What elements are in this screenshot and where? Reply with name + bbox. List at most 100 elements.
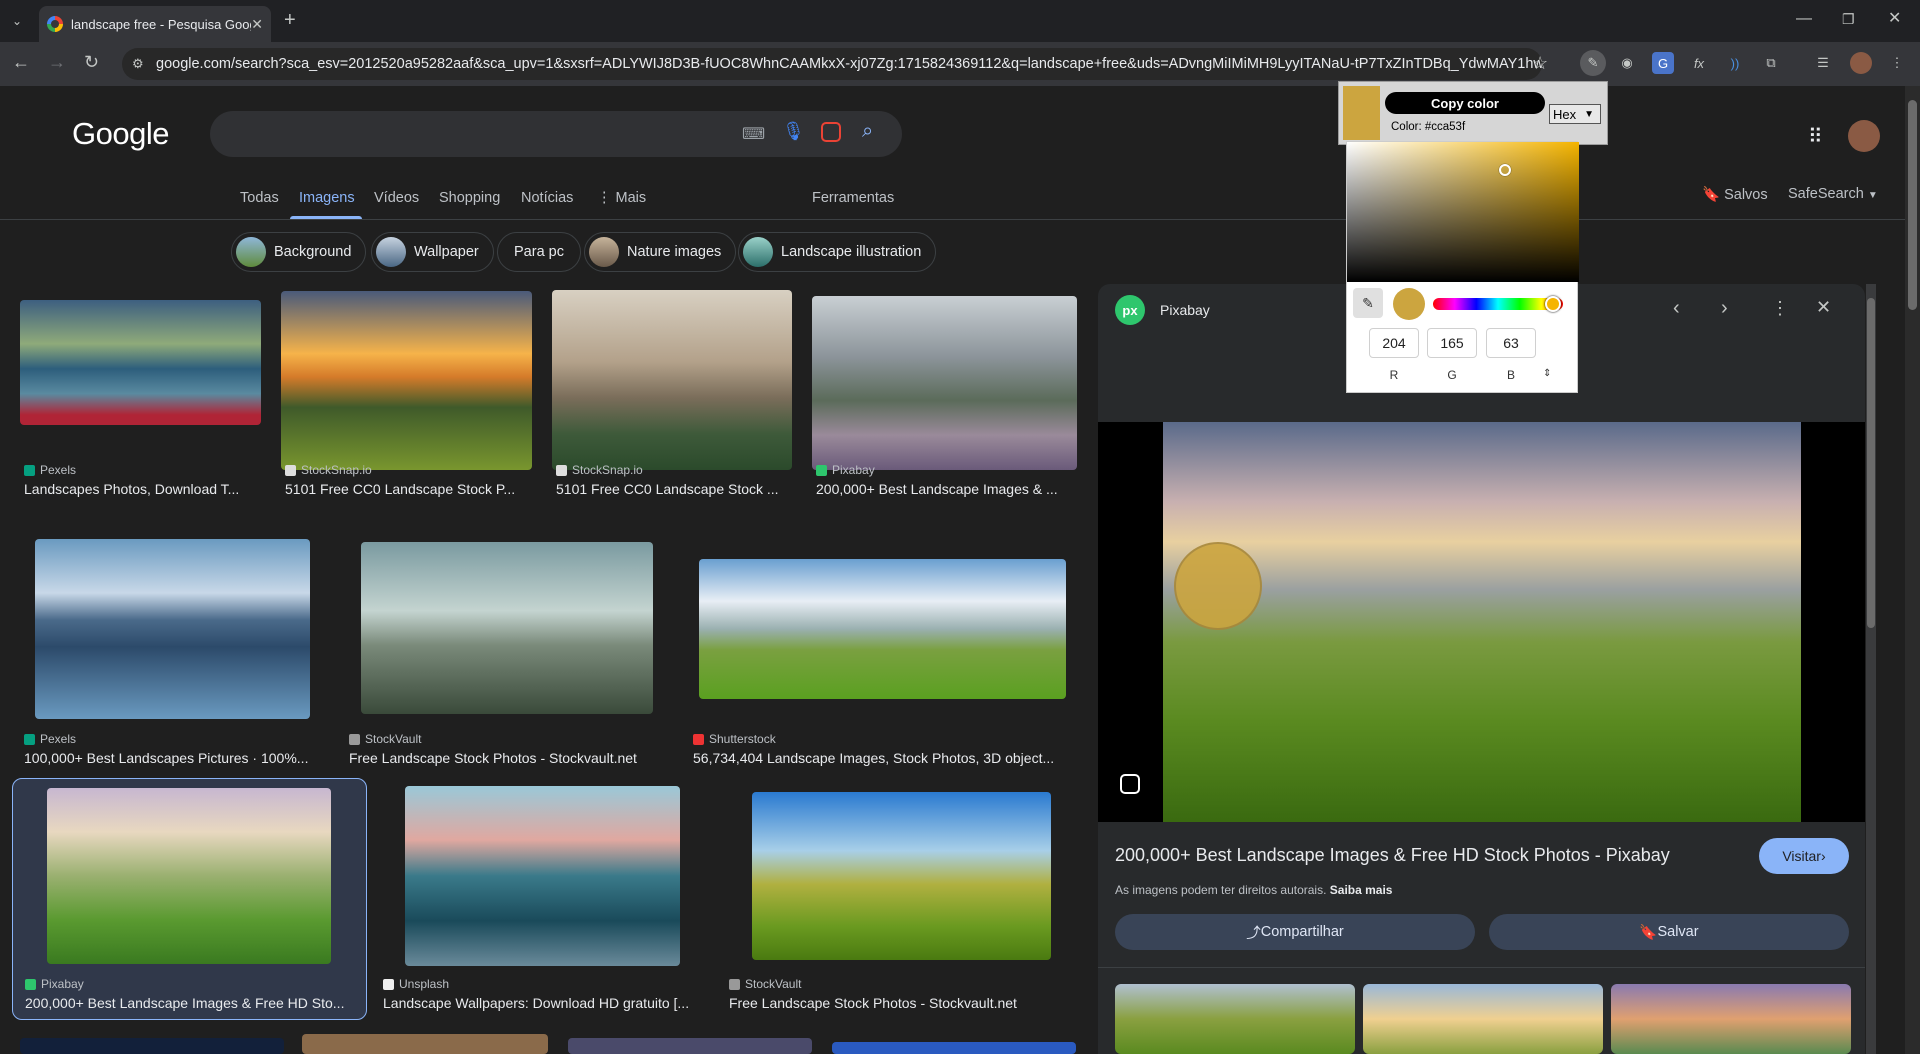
back-icon[interactable]: ← [12, 53, 30, 71]
result-image[interactable] [35, 539, 310, 719]
chip-para-pc[interactable]: Para pc [497, 232, 581, 272]
result-image[interactable] [281, 291, 532, 470]
panel-scrollbar[interactable] [1866, 284, 1876, 1054]
tab-videos[interactable]: Vídeos [374, 190, 419, 206]
extension-icon-fx[interactable]: fx [1688, 52, 1710, 74]
related-image[interactable] [1115, 984, 1355, 1054]
tab-title: landscape free - Pesquisa Goog [71, 16, 252, 32]
red-input[interactable]: 204 [1369, 328, 1419, 358]
result-title[interactable]: Landscape Wallpapers: Download HD gratui… [383, 995, 703, 1011]
tools-button[interactable]: Ferramentas [812, 190, 894, 206]
result-image[interactable] [20, 300, 261, 425]
safesearch-button[interactable]: SafeSearch ▼ [1788, 186, 1878, 202]
result-title[interactable]: Free Landscape Stock Photos - Stockvault… [729, 995, 1049, 1011]
restore-icon[interactable]: ❐ [1842, 10, 1855, 28]
result-title[interactable]: 5101 Free CC0 Landscape Stock ... [556, 481, 792, 497]
voice-search-icon[interactable]: 🎙 [782, 121, 805, 142]
page-scrollbar[interactable] [1905, 86, 1920, 1054]
eyedropper-icon[interactable]: ✎ [1353, 288, 1383, 318]
result-image[interactable] [361, 542, 653, 714]
source-name: StockSnap.io [572, 463, 643, 477]
tab-imagens[interactable]: Imagens [299, 190, 355, 206]
reading-list-icon[interactable]: ☰ [1812, 52, 1834, 74]
eyedropper-extension-icon[interactable]: ✎ [1580, 50, 1606, 76]
extension-icon-1[interactable]: ◉ [1616, 52, 1638, 74]
browser-menu-icon[interactable]: ⋮ [1886, 52, 1908, 74]
keyboard-icon[interactable]: ⌨ [742, 124, 765, 144]
chip-wallpaper[interactable]: Wallpaper [371, 232, 494, 272]
window-close-icon[interactable]: ✕ [1888, 10, 1901, 28]
share-button[interactable]: ⤴ Compartilhar [1115, 914, 1475, 950]
related-image[interactable] [1363, 984, 1603, 1054]
browser-tab[interactable]: landscape free - Pesquisa Goog ✕ [39, 6, 271, 42]
hue-slider[interactable] [1433, 296, 1563, 312]
save-button[interactable]: 🔖 Salvar [1489, 914, 1849, 950]
learn-more-link[interactable]: Saiba mais [1330, 883, 1393, 897]
chip-nature-images[interactable]: Nature images [584, 232, 737, 272]
tab-close-icon[interactable]: ✕ [251, 16, 263, 33]
chip-landscape-illustration[interactable]: Landscape illustration [738, 232, 937, 272]
result-image[interactable] [812, 296, 1077, 470]
tab-todas[interactable]: Todas [240, 190, 279, 206]
result-title[interactable]: 56,734,404 Landscape Images, Stock Photo… [693, 750, 1068, 766]
new-tab-icon[interactable]: + [284, 10, 296, 30]
saturation-value-area[interactable] [1347, 142, 1579, 282]
blue-input[interactable]: 63 [1486, 328, 1536, 358]
chip-background[interactable]: Background [231, 232, 367, 272]
forward-icon[interactable]: → [48, 53, 66, 71]
account-avatar[interactable] [1848, 120, 1880, 152]
tab-mais[interactable]: ⋮ Mais [597, 190, 646, 206]
extension-icon-wave[interactable]: )) [1724, 52, 1746, 74]
mode-toggle-icon[interactable]: ⇕ [1543, 368, 1551, 379]
result-image[interactable] [752, 792, 1051, 960]
result-title[interactable]: 200,000+ Best Landscape Images & Free HD… [25, 995, 355, 1011]
result-image[interactable] [552, 290, 792, 470]
tab-noticias[interactable]: Notícias [521, 190, 573, 206]
minimize-icon[interactable]: — [1796, 10, 1812, 28]
result-image-partial[interactable] [832, 1042, 1076, 1054]
address-bar[interactable]: google.com/search?sca_esv=2012520a95282a… [122, 48, 1542, 80]
tab-search-icon[interactable]: ⌄ [12, 12, 22, 30]
green-input[interactable]: 165 [1427, 328, 1477, 358]
result-title[interactable]: 200,000+ Best Landscape Images & ... [816, 481, 1078, 497]
result-image[interactable] [47, 788, 331, 964]
apps-grid-icon[interactable]: ⠿ [1808, 124, 1823, 149]
preview-source[interactable]: Pixabay [1160, 302, 1210, 318]
page-scrollbar-thumb[interactable] [1908, 100, 1917, 310]
close-preview-icon[interactable]: ✕ [1816, 297, 1831, 318]
hue-handle[interactable] [1545, 296, 1561, 312]
more-options-icon[interactable]: ⋮ [1771, 298, 1789, 319]
result-title[interactable]: Landscapes Photos, Download T... [24, 481, 264, 497]
preview-title[interactable]: 200,000+ Best Landscape Images & Free HD… [1115, 845, 1670, 866]
sv-handle[interactable] [1499, 164, 1511, 176]
result-title[interactable]: 5101 Free CC0 Landscape Stock P... [285, 481, 525, 497]
lens-search-icon[interactable] [1120, 774, 1140, 794]
result-title[interactable]: 100,000+ Best Landscapes Pictures · 100%… [24, 750, 324, 766]
result-image[interactable] [699, 559, 1066, 699]
tab-shopping[interactable]: Shopping [439, 190, 500, 206]
copy-color-button[interactable]: Copy color [1385, 92, 1545, 114]
result-title[interactable]: Free Landscape Stock Photos - Stockvault… [349, 750, 649, 766]
bookmark-star-icon[interactable]: ☆ [1532, 54, 1548, 72]
next-icon[interactable]: › [1721, 297, 1728, 320]
format-select[interactable]: Hex ▼ [1549, 104, 1601, 124]
search-input[interactable]: ⌨ 🎙 ⌕ [210, 111, 902, 157]
saved-button[interactable]: 🔖 Salvos [1702, 186, 1768, 203]
result-image-partial[interactable] [20, 1038, 284, 1054]
result-image-partial[interactable] [302, 1034, 548, 1054]
panel-scrollbar-thumb[interactable] [1867, 298, 1875, 628]
preview-image[interactable] [1163, 422, 1801, 822]
site-info-icon[interactable]: ⚙ [132, 55, 144, 73]
related-image[interactable] [1611, 984, 1851, 1054]
previous-icon[interactable]: ‹ [1673, 297, 1680, 320]
result-image-partial[interactable] [568, 1038, 812, 1054]
visit-button[interactable]: Visitar › [1759, 838, 1849, 874]
extensions-puzzle-icon[interactable]: ⧉ [1760, 52, 1782, 74]
translate-extension-icon[interactable]: G [1652, 52, 1674, 74]
lens-icon[interactable] [821, 122, 841, 142]
search-icon[interactable]: ⌕ [862, 120, 873, 143]
result-image[interactable] [405, 786, 680, 966]
reload-icon[interactable]: ↻ [84, 53, 99, 71]
profile-avatar-icon[interactable] [1850, 52, 1872, 74]
google-logo[interactable]: Google [72, 116, 169, 152]
